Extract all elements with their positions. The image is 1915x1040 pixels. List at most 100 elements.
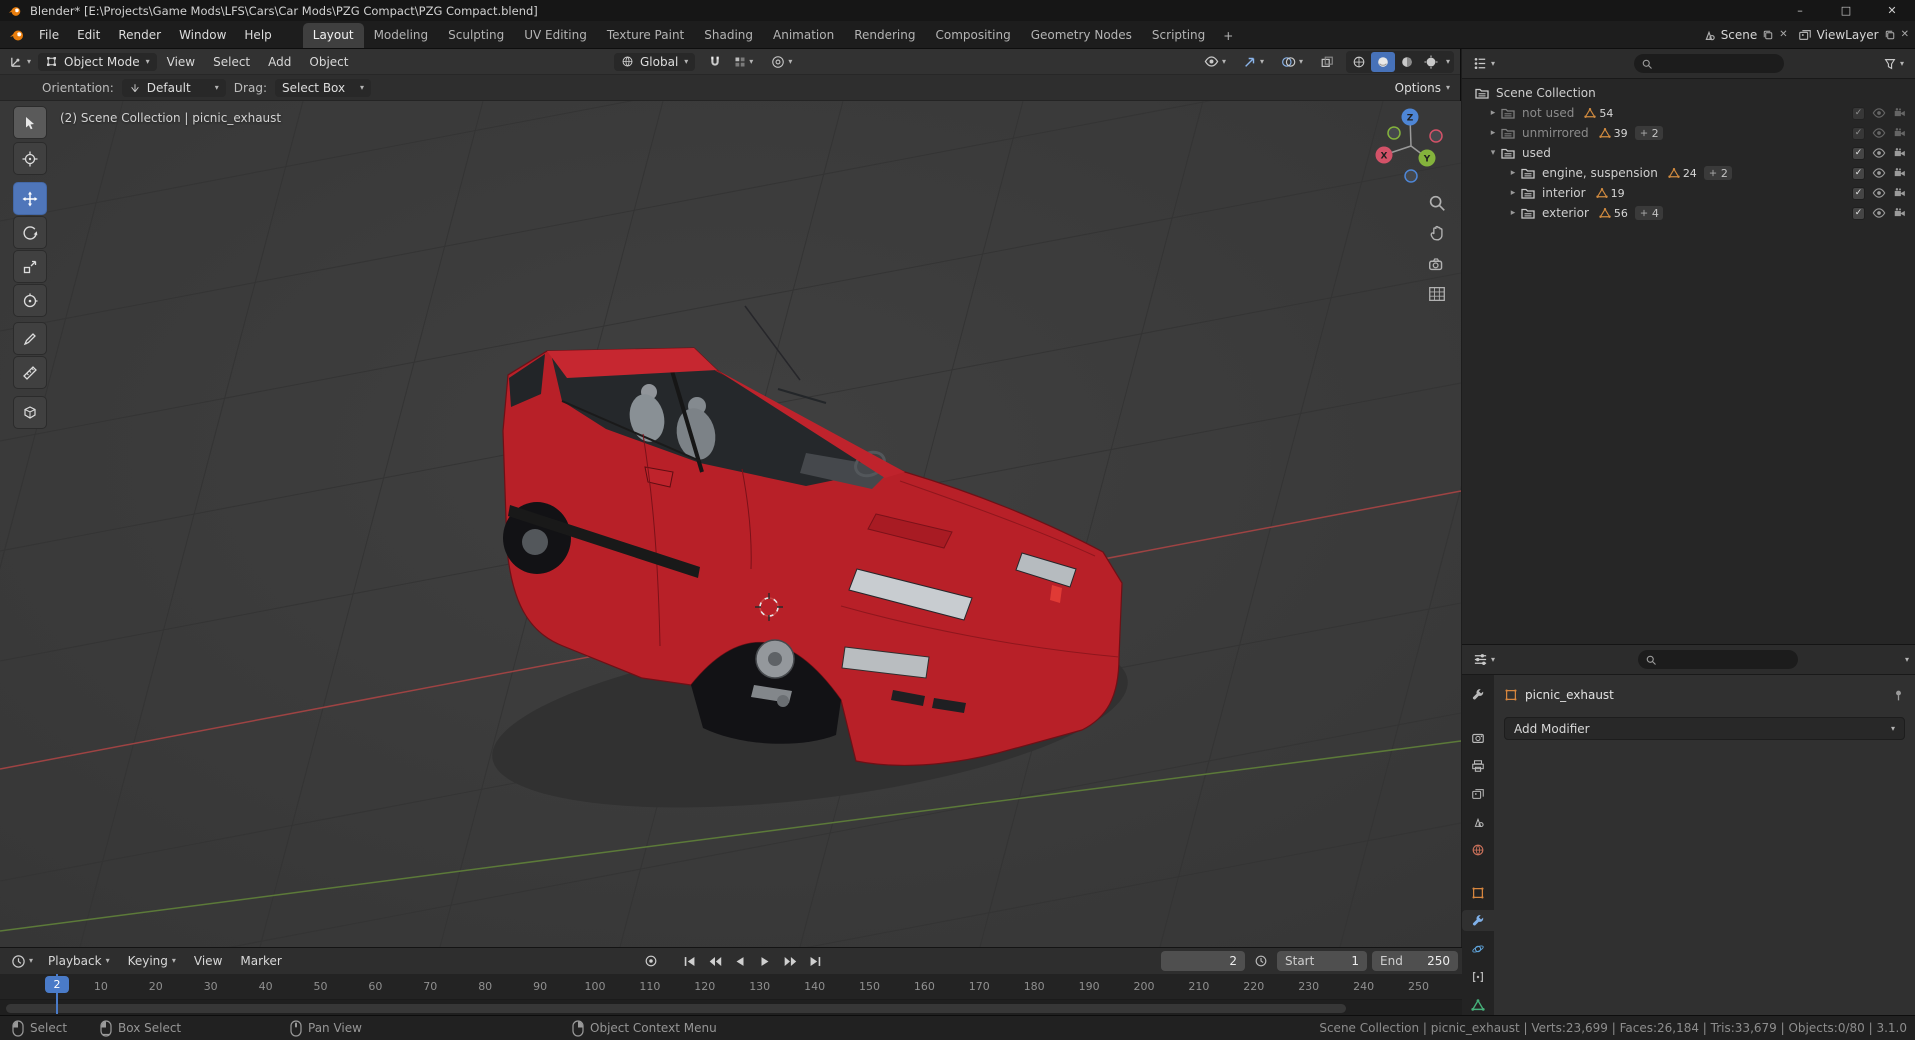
menu-window[interactable]: Window (170, 21, 235, 48)
timeline-editor-type-button[interactable]: ▾ (6, 952, 38, 971)
previous-keyframe-button[interactable] (704, 952, 726, 970)
playhead-marker[interactable]: 2 (45, 976, 69, 993)
tab-geometry-nodes[interactable]: Geometry Nodes (1021, 23, 1142, 48)
minimize-button[interactable]: – (1777, 0, 1823, 21)
gizmo-axis-z-neg[interactable] (1404, 169, 1418, 183)
render-camera-icon[interactable] (1893, 166, 1907, 180)
tab-uv-editing[interactable]: UV Editing (514, 23, 597, 48)
tab-rendering[interactable]: Rendering (844, 23, 925, 48)
tool-move[interactable] (13, 182, 47, 215)
tab-compositing[interactable]: Compositing (925, 23, 1020, 48)
tab-object[interactable] (1464, 882, 1492, 903)
new-view-layer-icon[interactable] (1884, 29, 1896, 41)
tab-texture-paint[interactable]: Texture Paint (597, 23, 694, 48)
timeline-menu-view[interactable]: View (186, 952, 230, 970)
tab-modifiers[interactable] (1462, 910, 1494, 932)
camera-view-button[interactable] (1424, 251, 1450, 277)
preview-range-button[interactable] (1250, 952, 1272, 970)
properties-search[interactable] (1638, 650, 1799, 669)
next-keyframe-button[interactable] (779, 952, 801, 970)
tab-scripting[interactable]: Scripting (1142, 23, 1215, 48)
outliner-editor-type-button[interactable]: ▾ (1468, 54, 1500, 73)
exclude-checkbox[interactable]: ✓ (1852, 146, 1865, 160)
gizmo-axis-x-neg[interactable] (1429, 129, 1443, 143)
editor-type-button[interactable]: ▾ (4, 52, 36, 71)
outliner-row-scene-collection[interactable]: Scene Collection (1462, 83, 1915, 103)
menu-help[interactable]: Help (235, 21, 280, 48)
unlink-scene-icon[interactable]: ✕ (1779, 29, 1787, 40)
exclude-checkbox[interactable]: ✓ (1852, 126, 1865, 140)
properties-search-input[interactable] (1662, 650, 1791, 669)
auto-keying-button[interactable] (640, 952, 662, 970)
outliner-search-input[interactable] (1658, 54, 1777, 73)
exclude-checkbox[interactable]: ✓ (1852, 186, 1865, 200)
new-scene-icon[interactable] (1762, 29, 1774, 41)
tab-world[interactable] (1464, 840, 1492, 861)
outliner-row-not-used[interactable]: ▸ not used 54 ✓ (1462, 103, 1915, 123)
timeline-scrollbar[interactable] (6, 1004, 1346, 1013)
hide-eye-icon[interactable] (1872, 186, 1886, 200)
outliner-row-exterior[interactable]: ▸ exterior 56 4 ✓ (1462, 203, 1915, 223)
viewport-menu-add[interactable]: Add (260, 53, 299, 71)
outliner-row-used[interactable]: ▾ used ✓ (1462, 143, 1915, 163)
hide-eye-icon[interactable] (1872, 166, 1886, 180)
show-object-types-dropdown[interactable]: ▾ (1199, 52, 1231, 71)
outliner-row-unmirrored[interactable]: ▸ unmirrored 39 2 ✓ (1462, 123, 1915, 143)
render-camera-icon[interactable] (1893, 146, 1907, 160)
proportional-editing-dropdown[interactable]: ▾ (766, 53, 797, 71)
tab-constraints[interactable] (1464, 966, 1492, 987)
tab-physics[interactable] (1464, 938, 1492, 959)
tool-measure[interactable] (13, 356, 47, 389)
shading-rendered-button[interactable] (1419, 52, 1443, 72)
exclude-checkbox[interactable]: ✓ (1852, 206, 1865, 220)
disclosure-icon[interactable]: ▸ (1506, 208, 1520, 218)
end-frame-field[interactable]: End 250 (1372, 951, 1458, 971)
timeline-menu-playback[interactable]: Playback ▾ (40, 952, 118, 970)
orientation-default-dropdown[interactable]: Default ▾ (121, 78, 226, 97)
disclosure-icon[interactable]: ▾ (1486, 148, 1500, 158)
outliner-row-engine-suspension[interactable]: ▸ engine, suspension 24 2 ✓ (1462, 163, 1915, 183)
hide-eye-icon[interactable] (1872, 206, 1886, 220)
viewport-menu-select[interactable]: Select (205, 53, 258, 71)
drag-dropdown[interactable]: Select Box ▾ (274, 78, 371, 97)
tab-modeling[interactable]: Modeling (364, 23, 439, 48)
tool-scale[interactable] (13, 250, 47, 283)
ortho-toggle-button[interactable] (1424, 281, 1450, 307)
outliner-search[interactable] (1634, 54, 1785, 73)
exclude-checkbox[interactable]: ✓ (1852, 106, 1865, 120)
render-camera-icon[interactable] (1893, 126, 1907, 140)
transform-orientation-dropdown[interactable]: Global ▾ (614, 52, 696, 71)
start-frame-field[interactable]: Start 1 (1277, 951, 1367, 971)
play-reverse-button[interactable] (729, 952, 751, 970)
timeline-menu-marker[interactable]: Marker (232, 952, 289, 970)
tool-rotate[interactable] (13, 216, 47, 249)
menu-file[interactable]: File (30, 21, 68, 48)
disclosure-icon[interactable]: ▸ (1486, 108, 1500, 118)
tool-annotate[interactable] (13, 322, 47, 355)
viewport-menu-view[interactable]: View (159, 53, 203, 71)
current-frame-field[interactable]: 2 (1161, 951, 1245, 971)
tab-render[interactable] (1464, 728, 1492, 749)
timeline-track-area[interactable] (0, 1000, 1462, 1016)
snap-settings-dropdown[interactable]: ▾ (729, 54, 758, 70)
jump-to-start-button[interactable] (679, 952, 701, 970)
render-camera-icon[interactable] (1893, 186, 1907, 200)
close-button[interactable]: ✕ (1869, 0, 1915, 21)
outliner-filter-button[interactable]: ▾ (1878, 55, 1909, 73)
tab-shading[interactable]: Shading (694, 23, 763, 48)
tool-cursor[interactable] (13, 142, 47, 175)
properties-editor-type-button[interactable]: ▾ (1468, 650, 1500, 669)
scene-selector[interactable]: Scene ✕ (1702, 28, 1788, 42)
timeline-menu-keying[interactable]: Keying ▾ (120, 952, 184, 970)
tool-add-cube[interactable] (13, 396, 47, 429)
remove-view-layer-icon[interactable]: ✕ (1901, 29, 1909, 40)
timeline-ruler[interactable]: 10 20 30 40 50 60 70 80 90 100 110 120 130 140 150 160 1… (0, 974, 1462, 1000)
snap-toggle[interactable] (703, 53, 727, 71)
menu-render[interactable]: Render (109, 21, 170, 48)
tool-transform[interactable] (13, 284, 47, 317)
hide-eye-icon[interactable] (1872, 126, 1886, 140)
add-workspace-button[interactable]: + (1215, 24, 1241, 48)
disclosure-icon[interactable]: ▸ (1486, 128, 1500, 138)
overlays-dropdown[interactable]: ▾ (1276, 53, 1308, 71)
options-dropdown[interactable]: Options ▾ (1395, 81, 1450, 95)
